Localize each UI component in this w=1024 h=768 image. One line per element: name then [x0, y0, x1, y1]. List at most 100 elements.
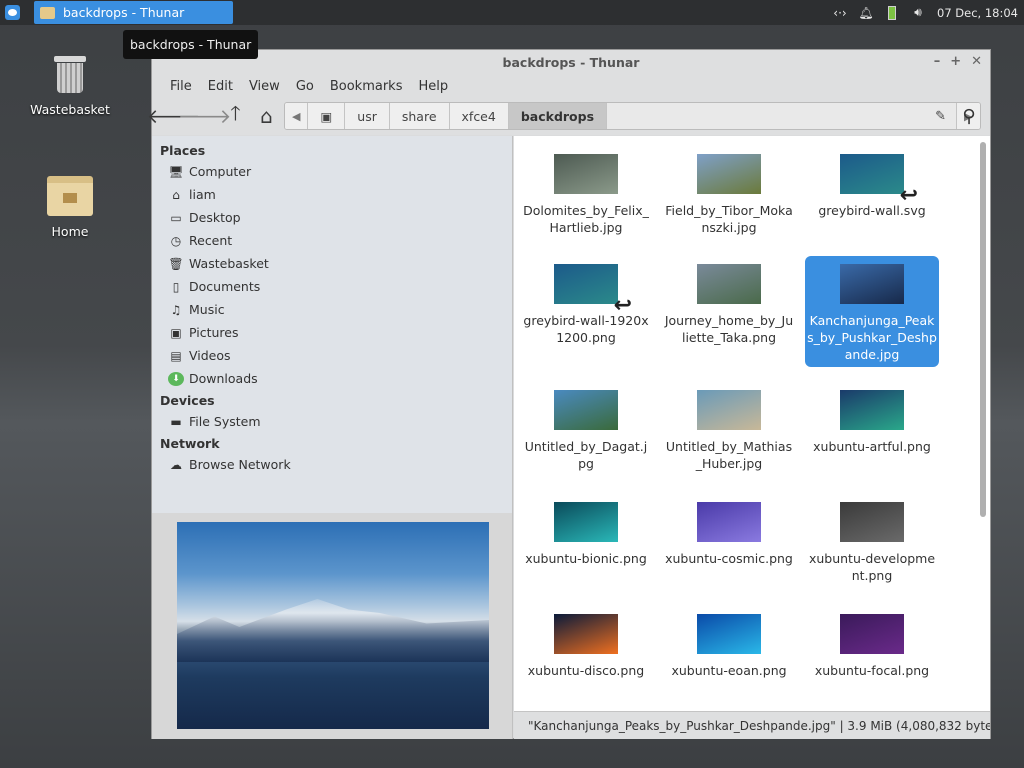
taskbar-window-button[interactable]: backdrops - Thunar [34, 1, 233, 24]
menu-go[interactable]: Go [288, 79, 322, 94]
sidebar-item-computer[interactable]: 🖥︎ Computer [152, 160, 512, 183]
file-item[interactable]: xubuntu-focal.png [805, 606, 939, 683]
file-item[interactable]: xubuntu-bionic.png [519, 494, 653, 571]
top-panel: backdrops - Thunar ‹·› 🔔︎ 🔊︎ 07 Dec, 18:… [0, 0, 1024, 25]
file-item[interactable]: Journey_home_by_Juliette_Taka.png [662, 256, 796, 350]
window-titlebar[interactable]: backdrops - Thunar – + ✕ [152, 50, 990, 75]
menu-bookmarks[interactable]: Bookmarks [322, 79, 411, 94]
file-name-label: greybird-wall.svg [818, 203, 926, 218]
minimize-icon[interactable]: – [934, 54, 941, 69]
trash-icon [54, 52, 86, 94]
path-button-xfce4[interactable]: xfce4 [449, 103, 509, 129]
desktop-icon-home[interactable]: Home [20, 176, 120, 239]
sidebar-header-network: Network [160, 436, 220, 451]
file-name-label: Field_by_Tibor_Mokanszki.jpg [665, 203, 793, 235]
file-name-label: Untitled_by_Mathias_Huber.jpg [665, 439, 793, 471]
file-icon-view[interactable]: Dolomites_by_Felix_Hartlieb.jpg Field_by_… [514, 136, 990, 711]
path-scroll-left-icon[interactable]: ◀ [285, 103, 309, 129]
sidebar-item-label: Videos [189, 348, 231, 363]
file-thumbnail [840, 390, 904, 430]
file-item[interactable]: Field_by_Tibor_Mokanszki.jpg [662, 146, 796, 240]
menu-edit[interactable]: Edit [200, 79, 241, 94]
menu-file[interactable]: File [162, 79, 200, 94]
sidebar-item-wastebasket[interactable]: 🗑︎ Wastebasket [152, 252, 512, 275]
file-name-label: Journey_home_by_Juliette_Taka.png [664, 313, 794, 345]
sidebar-header-devices: Devices [160, 393, 215, 408]
search-icon[interactable]: ⚲ [956, 103, 982, 129]
notifications-icon[interactable]: 🔔︎ [853, 0, 879, 25]
sidebar-item-file-system[interactable]: ▬ File System [152, 410, 512, 433]
sidebar-item-music[interactable]: ♫ Music [152, 298, 512, 321]
file-item[interactable]: xubuntu-eoan.png [662, 606, 796, 683]
sidebar: Places 🖥︎ Computer ⌂ liam ▭ Desktop ◷ Recent 🗑︎ W… [152, 136, 513, 513]
trash-icon: 🗑︎ [168, 256, 184, 271]
file-name-label: xubuntu-development.png [808, 551, 936, 583]
vertical-scrollbar[interactable] [980, 142, 986, 517]
computer-icon: 🖥︎ [168, 164, 184, 179]
videos-icon: ▤ [170, 348, 182, 363]
file-name-label: Kanchanjunga_Peaks_by_Pushkar_Deshpande.… [807, 313, 937, 362]
folder-icon [40, 6, 55, 19]
file-item[interactable]: xubuntu-artful.png [805, 382, 939, 459]
path-button-share[interactable]: share [389, 103, 450, 129]
file-item[interactable]: Dolomites_by_Felix_Hartlieb.jpg [519, 146, 653, 240]
status-bar: "Kanchanjunga_Peaks_by_Pushkar_Deshpande… [514, 711, 990, 739]
sidebar-item-label: liam [189, 187, 216, 202]
network-icon[interactable]: ‹·› [827, 0, 853, 25]
edit-location-icon[interactable]: ✎ [935, 109, 946, 124]
file-thumbnail [840, 614, 904, 654]
battery-icon[interactable] [879, 0, 905, 25]
path-root-drive-icon[interactable]: ▣ [308, 103, 346, 129]
file-item[interactable]: xubuntu-cosmic.png [662, 494, 796, 571]
sidebar-item-label: Music [189, 302, 225, 317]
system-tray: ‹·› 🔔︎ 🔊︎ 07 Dec, 18:04 [827, 0, 1024, 25]
file-item[interactable]: xubuntu-development.png [805, 494, 939, 588]
close-icon[interactable]: ✕ [971, 54, 982, 69]
sidebar-item-label: Documents [189, 279, 261, 294]
sidebar-item-downloads[interactable]: ⬇ Downloads [152, 367, 512, 390]
forward-arrow-icon[interactable]: 🡒 [178, 101, 232, 131]
menu-bar: File Edit View Go Bookmarks Help [152, 75, 990, 97]
sidebar-item-liam[interactable]: ⌂ liam [152, 183, 512, 206]
path-edit-area[interactable]: ✎ [607, 103, 958, 129]
home-icon: ⌂ [172, 187, 180, 202]
up-arrow-icon[interactable]: 🡑 [220, 101, 251, 131]
menu-view[interactable]: View [241, 79, 288, 94]
taskbar-window-title: backdrops - Thunar [63, 5, 185, 20]
file-thumbnail [554, 154, 618, 194]
file-item[interactable]: ↩ greybird-wall-1920x1200.png [519, 256, 653, 350]
file-item[interactable]: xubuntu-disco.png [519, 606, 653, 683]
file-name-label: xubuntu-focal.png [814, 663, 930, 678]
sidebar-item-pictures[interactable]: ▣ Pictures [152, 321, 512, 344]
sidebar-item-label: Computer [189, 164, 252, 179]
volume-icon[interactable]: 🔊︎ [905, 0, 931, 25]
downloads-icon: ⬇ [168, 371, 184, 386]
sidebar-item-recent[interactable]: ◷ Recent [152, 229, 512, 252]
file-item[interactable]: ↩ greybird-wall.svg [805, 146, 939, 223]
menu-help[interactable]: Help [410, 79, 456, 94]
file-name-label: xubuntu-cosmic.png [665, 551, 793, 566]
sidebar-item-documents[interactable]: ▯ Documents [152, 275, 512, 298]
sidebar-item-browse-network[interactable]: ☁ Browse Network [152, 453, 512, 476]
desktop-icon-wastebasket[interactable]: Wastebasket [20, 52, 120, 117]
file-thumbnail [554, 502, 618, 542]
sidebar-item-label: Desktop [189, 210, 241, 225]
desktop-icon: ▭ [170, 210, 182, 225]
whisker-menu-button[interactable] [0, 0, 25, 25]
home-icon[interactable]: ⌂ [251, 101, 282, 131]
file-item[interactable]: Untitled_by_Dagat.jpg [519, 382, 653, 476]
file-name-label: Untitled_by_Dagat.jpg [524, 439, 648, 471]
clock[interactable]: 07 Dec, 18:04 [931, 6, 1024, 20]
path-button-backdrops[interactable]: backdrops [508, 103, 608, 129]
file-name-label: xubuntu-bionic.png [525, 551, 647, 566]
maximize-icon[interactable]: + [950, 54, 961, 69]
file-item[interactable]: Untitled_by_Mathias_Huber.jpg [662, 382, 796, 476]
network-icon: ☁ [170, 457, 182, 472]
path-button-usr[interactable]: usr [345, 103, 390, 129]
file-thumbnail: ↩ [840, 154, 918, 207]
sidebar-item-label: Recent [189, 233, 233, 248]
sidebar-item-desktop[interactable]: ▭ Desktop [152, 206, 512, 229]
file-item[interactable]: Kanchanjunga_Peaks_by_Pushkar_Deshpande.… [805, 256, 939, 367]
window-title: backdrops - Thunar [502, 55, 640, 70]
sidebar-item-videos[interactable]: ▤ Videos [152, 344, 512, 367]
